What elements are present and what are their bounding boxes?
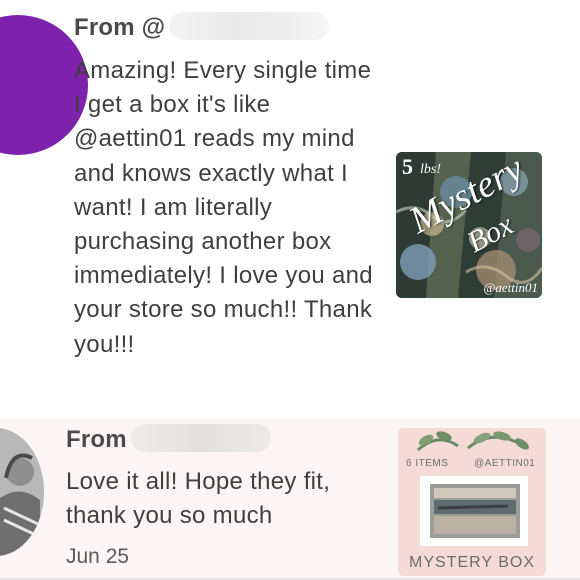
- thumbnail-unit: lbs!: [420, 162, 441, 177]
- listing-thumbnail[interactable]: 6 ITEMS @AETTIN01 MYSTERY BOX: [398, 428, 546, 576]
- avatar[interactable]: [0, 428, 44, 556]
- review-text: Love it all! Hope they fit, thank you so…: [66, 468, 331, 530]
- thumbnail-handle: @AETTIN01: [474, 458, 536, 469]
- review-text: Amazing! Every single time I get a box i…: [74, 57, 373, 358]
- thumbnail-items: 6 ITEMS: [406, 458, 449, 469]
- avatar-photo: [0, 428, 44, 556]
- review-item: From Love it all! Hope they fit, thank y…: [0, 418, 580, 580]
- review-author[interactable]: From @: [74, 11, 330, 43]
- redacted-username: [130, 423, 271, 452]
- listing-thumbnail[interactable]: 5 lbs! Mystery Box @aettin01: [396, 152, 542, 298]
- thumbnail-count: 5: [402, 154, 413, 179]
- from-label: From @: [74, 14, 166, 41]
- from-label: From: [66, 426, 127, 453]
- reviews-feed: From @ Amazing! Every single time I get …: [0, 0, 580, 580]
- thumbnail-handle: @aettin01: [483, 280, 538, 295]
- redacted-username: [169, 11, 330, 40]
- thumbnail-title: MYSTERY BOX: [409, 554, 535, 571]
- review-date: Jun 25: [66, 545, 130, 568]
- review-author[interactable]: From: [66, 423, 271, 455]
- review-item: From @ Amazing! Every single time I get …: [0, 0, 580, 418]
